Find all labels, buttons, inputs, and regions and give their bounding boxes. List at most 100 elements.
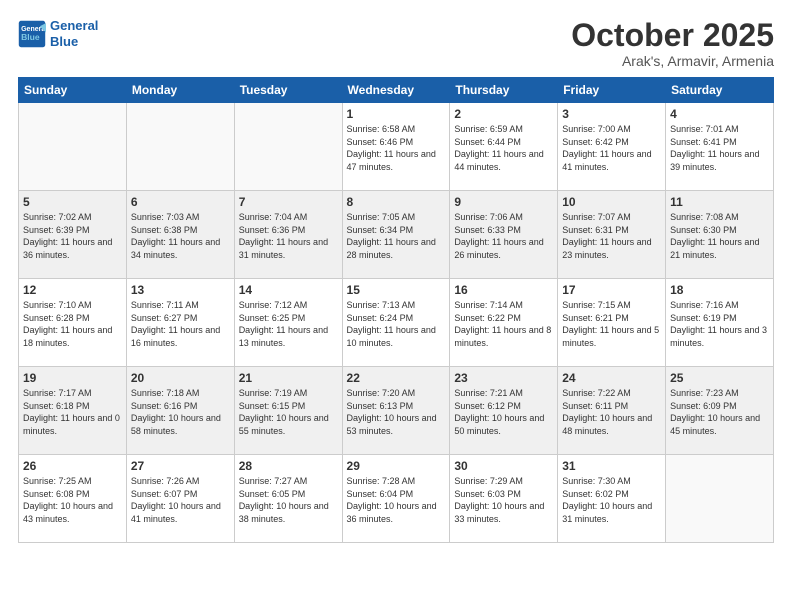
day-info: Sunrise: 7:07 AMSunset: 6:31 PMDaylight:… — [562, 211, 661, 261]
day-number: 17 — [562, 283, 661, 297]
day-number: 27 — [131, 459, 230, 473]
calendar-cell: 2 Sunrise: 6:59 AMSunset: 6:44 PMDaylight… — [450, 103, 558, 191]
day-number: 3 — [562, 107, 661, 121]
day-info: Sunrise: 7:05 AMSunset: 6:34 PMDaylight:… — [347, 211, 446, 261]
day-number: 1 — [347, 107, 446, 121]
day-number: 21 — [239, 371, 338, 385]
day-info: Sunrise: 7:00 AMSunset: 6:42 PMDaylight:… — [562, 123, 661, 173]
calendar-cell: 3 Sunrise: 7:00 AMSunset: 6:42 PMDaylight… — [558, 103, 666, 191]
logo: General Blue General Blue — [18, 18, 98, 49]
calendar-cell — [234, 103, 342, 191]
calendar-cell: 31 Sunrise: 7:30 AMSunset: 6:02 PMDayligh… — [558, 455, 666, 543]
calendar-cell — [19, 103, 127, 191]
day-number: 22 — [347, 371, 446, 385]
calendar-week-row: 1 Sunrise: 6:58 AMSunset: 6:46 PMDaylight… — [19, 103, 774, 191]
day-info: Sunrise: 7:25 AMSunset: 6:08 PMDaylight:… — [23, 475, 122, 525]
weekday-header: Saturday — [666, 78, 774, 103]
day-info: Sunrise: 7:30 AMSunset: 6:02 PMDaylight:… — [562, 475, 661, 525]
calendar-cell: 19 Sunrise: 7:17 AMSunset: 6:18 PMDayligh… — [19, 367, 127, 455]
day-number: 6 — [131, 195, 230, 209]
day-number: 28 — [239, 459, 338, 473]
calendar-cell: 7 Sunrise: 7:04 AMSunset: 6:36 PMDaylight… — [234, 191, 342, 279]
day-info: Sunrise: 7:08 AMSunset: 6:30 PMDaylight:… — [670, 211, 769, 261]
logo-line1: General — [50, 18, 98, 33]
logo-text: General Blue — [50, 18, 98, 49]
calendar-cell: 29 Sunrise: 7:28 AMSunset: 6:04 PMDayligh… — [342, 455, 450, 543]
day-info: Sunrise: 7:16 AMSunset: 6:19 PMDaylight:… — [670, 299, 769, 349]
day-info: Sunrise: 7:20 AMSunset: 6:13 PMDaylight:… — [347, 387, 446, 437]
calendar-cell: 22 Sunrise: 7:20 AMSunset: 6:13 PMDayligh… — [342, 367, 450, 455]
day-info: Sunrise: 7:26 AMSunset: 6:07 PMDaylight:… — [131, 475, 230, 525]
calendar-cell: 8 Sunrise: 7:05 AMSunset: 6:34 PMDaylight… — [342, 191, 450, 279]
day-info: Sunrise: 6:59 AMSunset: 6:44 PMDaylight:… — [454, 123, 553, 173]
day-info: Sunrise: 7:29 AMSunset: 6:03 PMDaylight:… — [454, 475, 553, 525]
day-info: Sunrise: 7:23 AMSunset: 6:09 PMDaylight:… — [670, 387, 769, 437]
day-info: Sunrise: 7:17 AMSunset: 6:18 PMDaylight:… — [23, 387, 122, 437]
weekday-header: Sunday — [19, 78, 127, 103]
calendar-cell: 9Sunrise: 7:06 AMSunset: 6:33 PMDaylight… — [450, 191, 558, 279]
calendar-cell: 5Sunrise: 7:02 AMSunset: 6:39 PMDaylight… — [19, 191, 127, 279]
page: General Blue General Blue October 2025 A… — [0, 0, 792, 612]
day-number: 30 — [454, 459, 553, 473]
calendar-week-row: 19 Sunrise: 7:17 AMSunset: 6:18 PMDayligh… — [19, 367, 774, 455]
weekday-header: Tuesday — [234, 78, 342, 103]
day-number: 7 — [239, 195, 338, 209]
calendar-cell: 25Sunrise: 7:23 AMSunset: 6:09 PMDayligh… — [666, 367, 774, 455]
calendar-week-row: 5Sunrise: 7:02 AMSunset: 6:39 PMDaylight… — [19, 191, 774, 279]
calendar-week-row: 12 Sunrise: 7:10 AMSunset: 6:28 PMDayligh… — [19, 279, 774, 367]
calendar-cell: 18Sunrise: 7:16 AMSunset: 6:19 PMDayligh… — [666, 279, 774, 367]
calendar-cell: 30 Sunrise: 7:29 AMSunset: 6:03 PMDayligh… — [450, 455, 558, 543]
calendar-cell: 6 Sunrise: 7:03 AMSunset: 6:38 PMDaylight… — [126, 191, 234, 279]
day-number: 2 — [454, 107, 553, 121]
calendar-cell: 15Sunrise: 7:13 AMSunset: 6:24 PMDayligh… — [342, 279, 450, 367]
calendar-cell: 21 Sunrise: 7:19 AMSunset: 6:15 PMDayligh… — [234, 367, 342, 455]
calendar-cell: 11 Sunrise: 7:08 AMSunset: 6:30 PMDayligh… — [666, 191, 774, 279]
calendar-cell: 17Sunrise: 7:15 AMSunset: 6:21 PMDayligh… — [558, 279, 666, 367]
calendar-cell: 4 Sunrise: 7:01 AMSunset: 6:41 PMDaylight… — [666, 103, 774, 191]
weekday-header: Monday — [126, 78, 234, 103]
day-info: Sunrise: 7:14 AMSunset: 6:22 PMDaylight:… — [454, 299, 553, 349]
subtitle: Arak's, Armavir, Armenia — [571, 53, 774, 69]
day-info: Sunrise: 7:27 AMSunset: 6:05 PMDaylight:… — [239, 475, 338, 525]
day-info: Sunrise: 7:04 AMSunset: 6:36 PMDaylight:… — [239, 211, 338, 261]
day-info: Sunrise: 7:01 AMSunset: 6:41 PMDaylight:… — [670, 123, 769, 173]
day-number: 4 — [670, 107, 769, 121]
calendar-cell: 28 Sunrise: 7:27 AMSunset: 6:05 PMDayligh… — [234, 455, 342, 543]
calendar-cell: 27 Sunrise: 7:26 AMSunset: 6:07 PMDayligh… — [126, 455, 234, 543]
day-number: 31 — [562, 459, 661, 473]
day-info: Sunrise: 7:18 AMSunset: 6:16 PMDaylight:… — [131, 387, 230, 437]
day-info: Sunrise: 7:03 AMSunset: 6:38 PMDaylight:… — [131, 211, 230, 261]
day-number: 14 — [239, 283, 338, 297]
calendar-cell — [126, 103, 234, 191]
calendar-cell: 14Sunrise: 7:12 AMSunset: 6:25 PMDayligh… — [234, 279, 342, 367]
day-number: 29 — [347, 459, 446, 473]
header: General Blue General Blue October 2025 A… — [18, 18, 774, 69]
svg-text:Blue: Blue — [21, 32, 40, 42]
day-number: 23 — [454, 371, 553, 385]
calendar-cell: 16 Sunrise: 7:14 AMSunset: 6:22 PMDayligh… — [450, 279, 558, 367]
day-number: 13 — [131, 283, 230, 297]
day-info: Sunrise: 6:58 AMSunset: 6:46 PMDaylight:… — [347, 123, 446, 173]
day-number: 19 — [23, 371, 122, 385]
day-number: 24 — [562, 371, 661, 385]
day-info: Sunrise: 7:19 AMSunset: 6:15 PMDaylight:… — [239, 387, 338, 437]
day-info: Sunrise: 7:10 AMSunset: 6:28 PMDaylight:… — [23, 299, 122, 349]
calendar-cell: 12 Sunrise: 7:10 AMSunset: 6:28 PMDayligh… — [19, 279, 127, 367]
calendar-cell: 26Sunrise: 7:25 AMSunset: 6:08 PMDayligh… — [19, 455, 127, 543]
month-title: October 2025 — [571, 18, 774, 53]
calendar-week-row: 26Sunrise: 7:25 AMSunset: 6:08 PMDayligh… — [19, 455, 774, 543]
calendar-cell: 1 Sunrise: 6:58 AMSunset: 6:46 PMDaylight… — [342, 103, 450, 191]
day-number: 12 — [23, 283, 122, 297]
calendar-cell: 13 Sunrise: 7:11 AMSunset: 6:27 PMDayligh… — [126, 279, 234, 367]
calendar-cell — [666, 455, 774, 543]
day-number: 5 — [23, 195, 122, 209]
day-number: 15 — [347, 283, 446, 297]
day-number: 11 — [670, 195, 769, 209]
day-info: Sunrise: 7:11 AMSunset: 6:27 PMDaylight:… — [131, 299, 230, 349]
day-number: 16 — [454, 283, 553, 297]
day-info: Sunrise: 7:28 AMSunset: 6:04 PMDaylight:… — [347, 475, 446, 525]
day-number: 20 — [131, 371, 230, 385]
day-number: 8 — [347, 195, 446, 209]
calendar-cell: 23Sunrise: 7:21 AMSunset: 6:12 PMDayligh… — [450, 367, 558, 455]
calendar-cell: 24Sunrise: 7:22 AMSunset: 6:11 PMDayligh… — [558, 367, 666, 455]
